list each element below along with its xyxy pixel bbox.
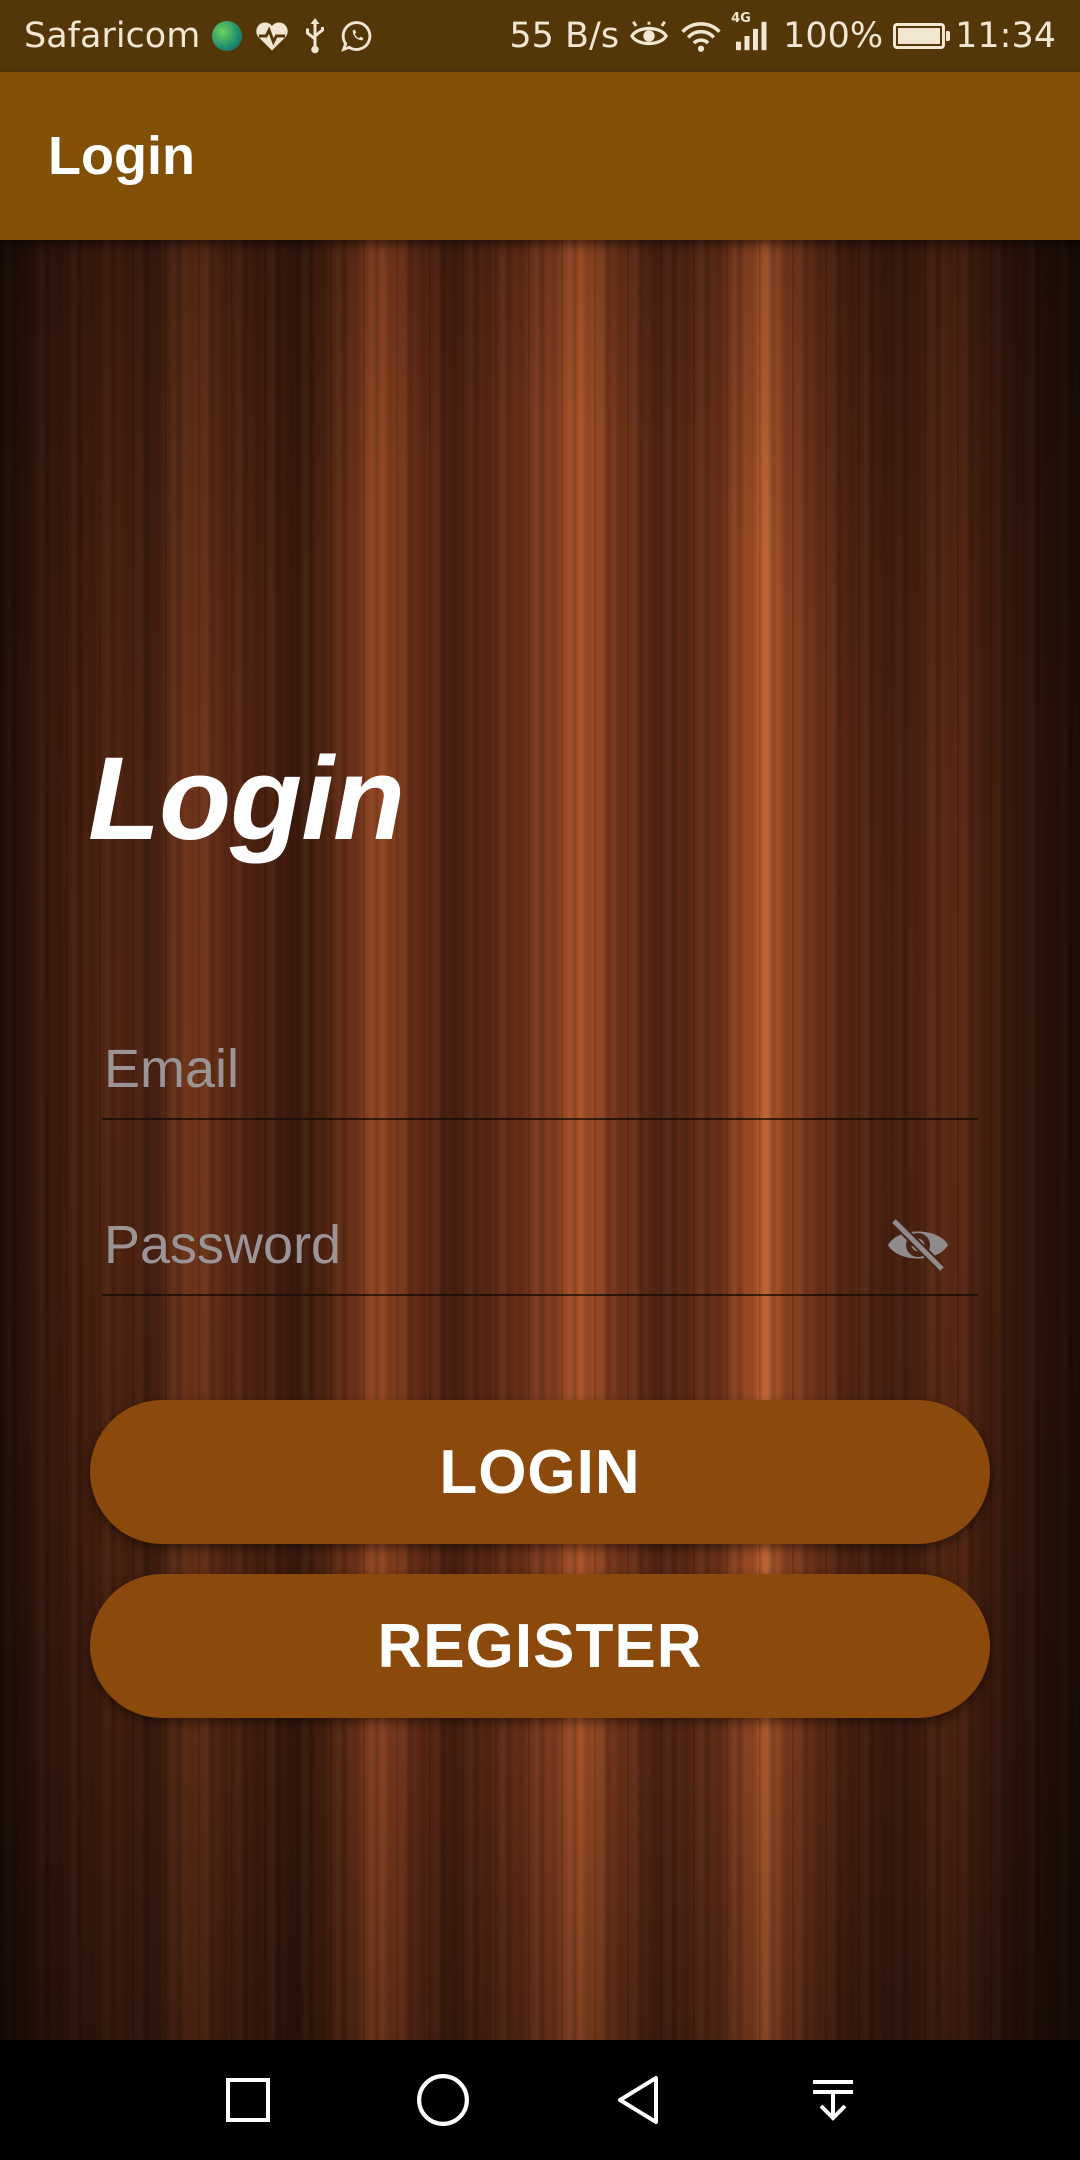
password-input[interactable] [102, 1196, 978, 1294]
network-type: 4G [731, 11, 751, 26]
password-field-container [102, 1196, 978, 1296]
battery-percent: 100% [783, 16, 884, 56]
app-bar: Login [0, 72, 1080, 240]
notification-pull-icon[interactable] [793, 2060, 873, 2140]
recents-square-icon[interactable] [208, 2060, 288, 2140]
status-left: Safaricom [24, 16, 374, 56]
email-field-container [102, 1020, 978, 1120]
whatsapp-icon [340, 19, 374, 53]
login-button[interactable]: LOGIN [90, 1400, 990, 1544]
carrier-name: Safaricom [24, 16, 201, 56]
navigation-bar [0, 2040, 1080, 2160]
eye-off-icon[interactable] [882, 1215, 954, 1275]
signal-icon: 4G [731, 11, 773, 53]
usb-icon [302, 18, 328, 54]
clock: 11:34 [955, 16, 1056, 56]
home-circle-icon[interactable] [403, 2060, 483, 2140]
back-triangle-icon[interactable] [598, 2060, 678, 2140]
app-bar-title: Login [48, 126, 195, 186]
battery-icon [893, 23, 951, 49]
eye-comfort-icon [629, 21, 669, 51]
globe-icon [212, 21, 243, 51]
email-input[interactable] [102, 1020, 978, 1118]
status-bar: Safaricom 55 B/s 4G 100% 11:34 [0, 0, 1080, 72]
login-content: Login LOGIN REGISTER [0, 240, 1080, 2040]
wifi-icon [679, 19, 723, 53]
heart-pulse-icon [254, 20, 290, 52]
register-button[interactable]: REGISTER [90, 1574, 990, 1718]
net-speed: 55 B/s [509, 16, 620, 56]
status-right: 55 B/s 4G 100% 11:34 [509, 11, 1056, 56]
login-heading: Login [88, 733, 405, 865]
